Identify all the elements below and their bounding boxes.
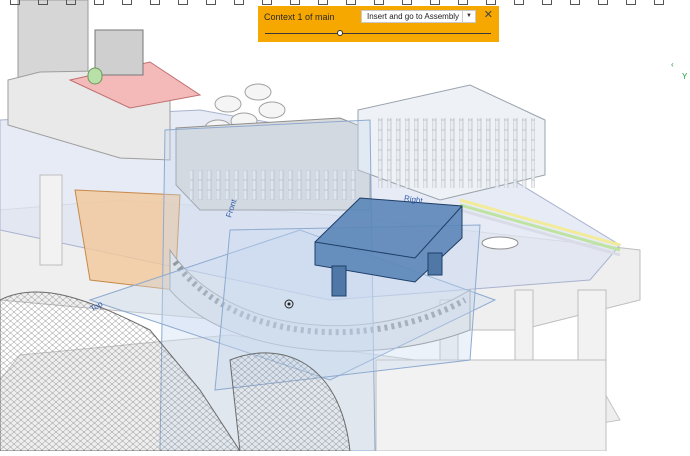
view-cube-arrow-icon[interactable]: ‹ — [671, 60, 674, 69]
slider-handle[interactable] — [336, 30, 343, 36]
toolbar-button[interactable] — [430, 0, 440, 5]
toolbar-button[interactable] — [318, 0, 328, 5]
toolbar-button[interactable] — [542, 0, 552, 5]
context-title: Context 1 of main — [264, 12, 335, 22]
toolbar-button[interactable] — [10, 0, 20, 5]
context-action-dropdown[interactable]: Insert and go to Assembly ▼ — [361, 10, 476, 23]
toolbar-button[interactable] — [262, 0, 272, 5]
toolbar-button[interactable] — [626, 0, 636, 5]
toolbar-button[interactable] — [38, 0, 48, 5]
toolbar-button[interactable] — [66, 0, 76, 5]
toolbar-button[interactable] — [486, 0, 496, 5]
y-axis-label: Y — [682, 72, 688, 81]
toolbar-button[interactable] — [514, 0, 524, 5]
toolbar-button[interactable] — [178, 0, 188, 5]
toolbar-button[interactable] — [206, 0, 216, 5]
toolbar-button[interactable] — [570, 0, 580, 5]
toolbar-button[interactable] — [94, 0, 104, 5]
toolbar-button[interactable] — [290, 0, 300, 5]
toolbar-button[interactable] — [122, 0, 132, 5]
chevron-down-icon[interactable]: ▼ — [462, 11, 475, 22]
toolbar-button[interactable] — [458, 0, 468, 5]
toolbar-button[interactable] — [374, 0, 384, 5]
3d-viewport[interactable]: Front Right Top — [0, 0, 690, 452]
toolbar-button[interactable] — [150, 0, 160, 5]
toolbar-button[interactable] — [654, 0, 664, 5]
plate-hole — [481, 236, 519, 250]
context-action-label: Insert and go to Assembly — [367, 12, 460, 21]
toolbar-button[interactable] — [346, 0, 356, 5]
cad-model-canvas[interactable] — [0, 0, 690, 452]
context-slider[interactable] — [265, 30, 491, 36]
heatsink[interactable] — [357, 84, 546, 201]
context-panel: Context 1 of main Insert and go to Assem… — [258, 6, 499, 42]
toolbar-button[interactable] — [598, 0, 608, 5]
toolbar-button[interactable] — [402, 0, 412, 5]
toolbar-button[interactable] — [234, 0, 244, 5]
close-icon[interactable]: ✕ — [484, 9, 493, 21]
